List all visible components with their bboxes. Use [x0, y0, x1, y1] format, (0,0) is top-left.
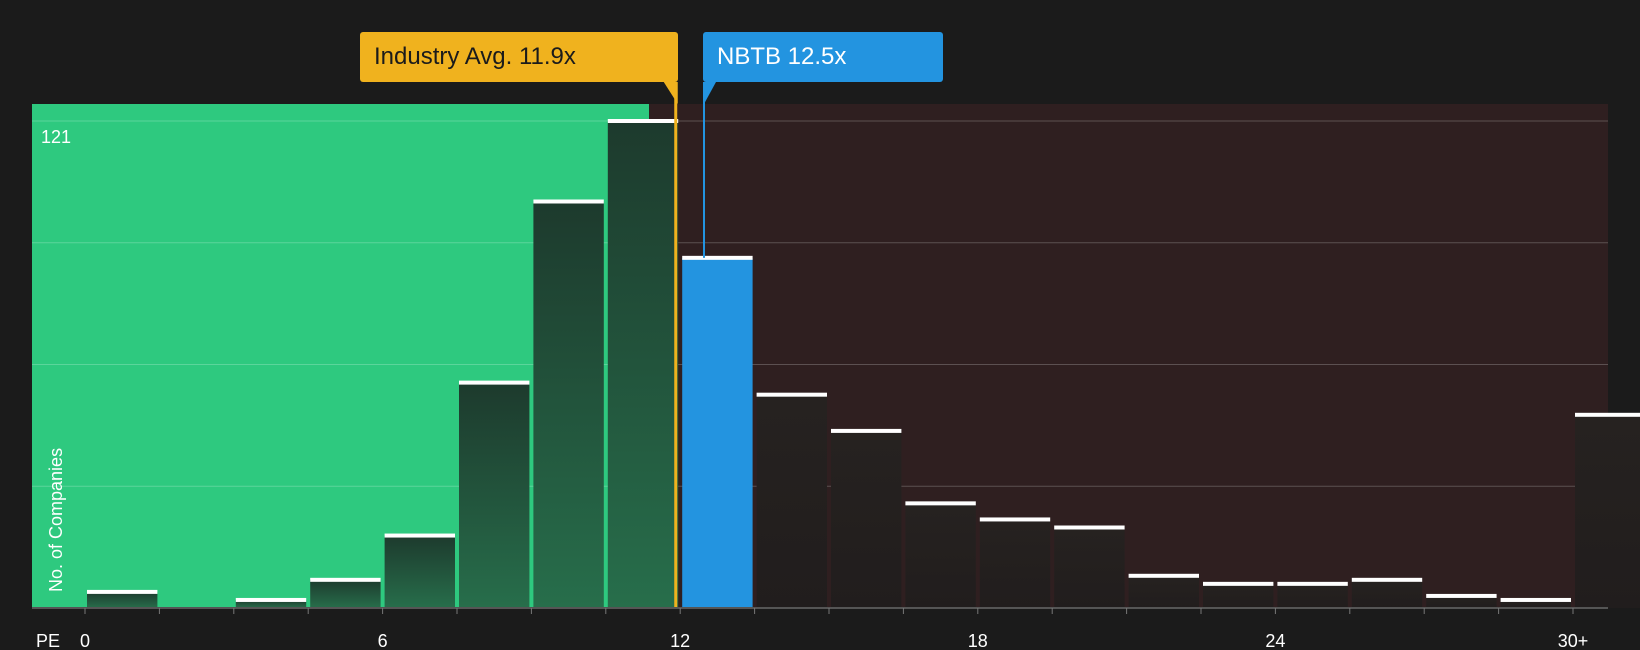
- bar-cap-4: [384, 533, 455, 538]
- bar-7: [607, 121, 679, 608]
- x-tick-label: 6: [378, 631, 388, 650]
- bar-cap-19: [1500, 597, 1571, 602]
- bar-6: [533, 201, 604, 609]
- bar-cap-0: [87, 589, 158, 594]
- bar-8: [682, 257, 753, 608]
- x-axis: 0 6 12 18 24 30+: [32, 607, 1608, 650]
- bar-4: [384, 535, 455, 608]
- bar-12: [979, 519, 1051, 608]
- x-tick-label: 24: [1265, 631, 1285, 650]
- bar-17: [1351, 579, 1423, 608]
- bar-cap-11: [905, 501, 976, 506]
- bar-cap-2: [235, 597, 307, 602]
- bar-cap-3: [310, 577, 381, 582]
- bar-cap-8: [682, 255, 753, 260]
- bar-cap-6: [533, 199, 604, 204]
- bar-11: [905, 503, 976, 608]
- bar-10: [831, 430, 902, 608]
- bar-cap-16: [1277, 581, 1348, 586]
- y-max-label: 121: [41, 127, 71, 147]
- industry-callout-pointer: [663, 82, 678, 104]
- company-pe-label: NBTB 12.5x: [717, 43, 847, 70]
- bar-16: [1277, 583, 1348, 608]
- pe-histogram-chart: 0 6 12 18 24 30+ 121 No. of Companies PE: [32, 82, 1640, 650]
- bar-14: [1128, 575, 1199, 608]
- bar-5: [459, 382, 530, 608]
- bar-cap-17: [1351, 577, 1423, 582]
- bar-3: [310, 579, 381, 608]
- bar-cap-14: [1128, 573, 1199, 578]
- bar-cap-20: [1575, 412, 1640, 417]
- bar-cap-9: [756, 392, 827, 397]
- x-tick-label: 12: [670, 631, 690, 650]
- bar-cap-7: [607, 119, 679, 123]
- x-tick-label: 18: [968, 631, 988, 650]
- bar-cap-13: [1054, 525, 1125, 530]
- industry-average-callout: Industry Avg. 11.9x: [360, 32, 678, 82]
- bar-13: [1054, 527, 1125, 608]
- bar-cap-15: [1203, 581, 1274, 586]
- bar-cap-18: [1426, 593, 1497, 598]
- company-callout-pointer: [704, 82, 716, 104]
- industry-average-label: Industry Avg. 11.9x: [374, 43, 576, 70]
- bar-20: [1575, 414, 1640, 608]
- x-tick-label: 0: [80, 631, 90, 650]
- y-axis-label: No. of Companies: [46, 448, 66, 592]
- company-pe-callout: NBTB 12.5x: [703, 32, 943, 82]
- bar-cap-10: [831, 428, 902, 433]
- bar-9: [756, 394, 827, 608]
- bar-cap-5: [459, 380, 530, 385]
- bar-cap-12: [979, 517, 1051, 522]
- bar-15: [1203, 583, 1274, 608]
- bar-0: [87, 591, 158, 608]
- x-axis-label: PE: [36, 631, 60, 650]
- x-tick-label: 30+: [1558, 631, 1589, 650]
